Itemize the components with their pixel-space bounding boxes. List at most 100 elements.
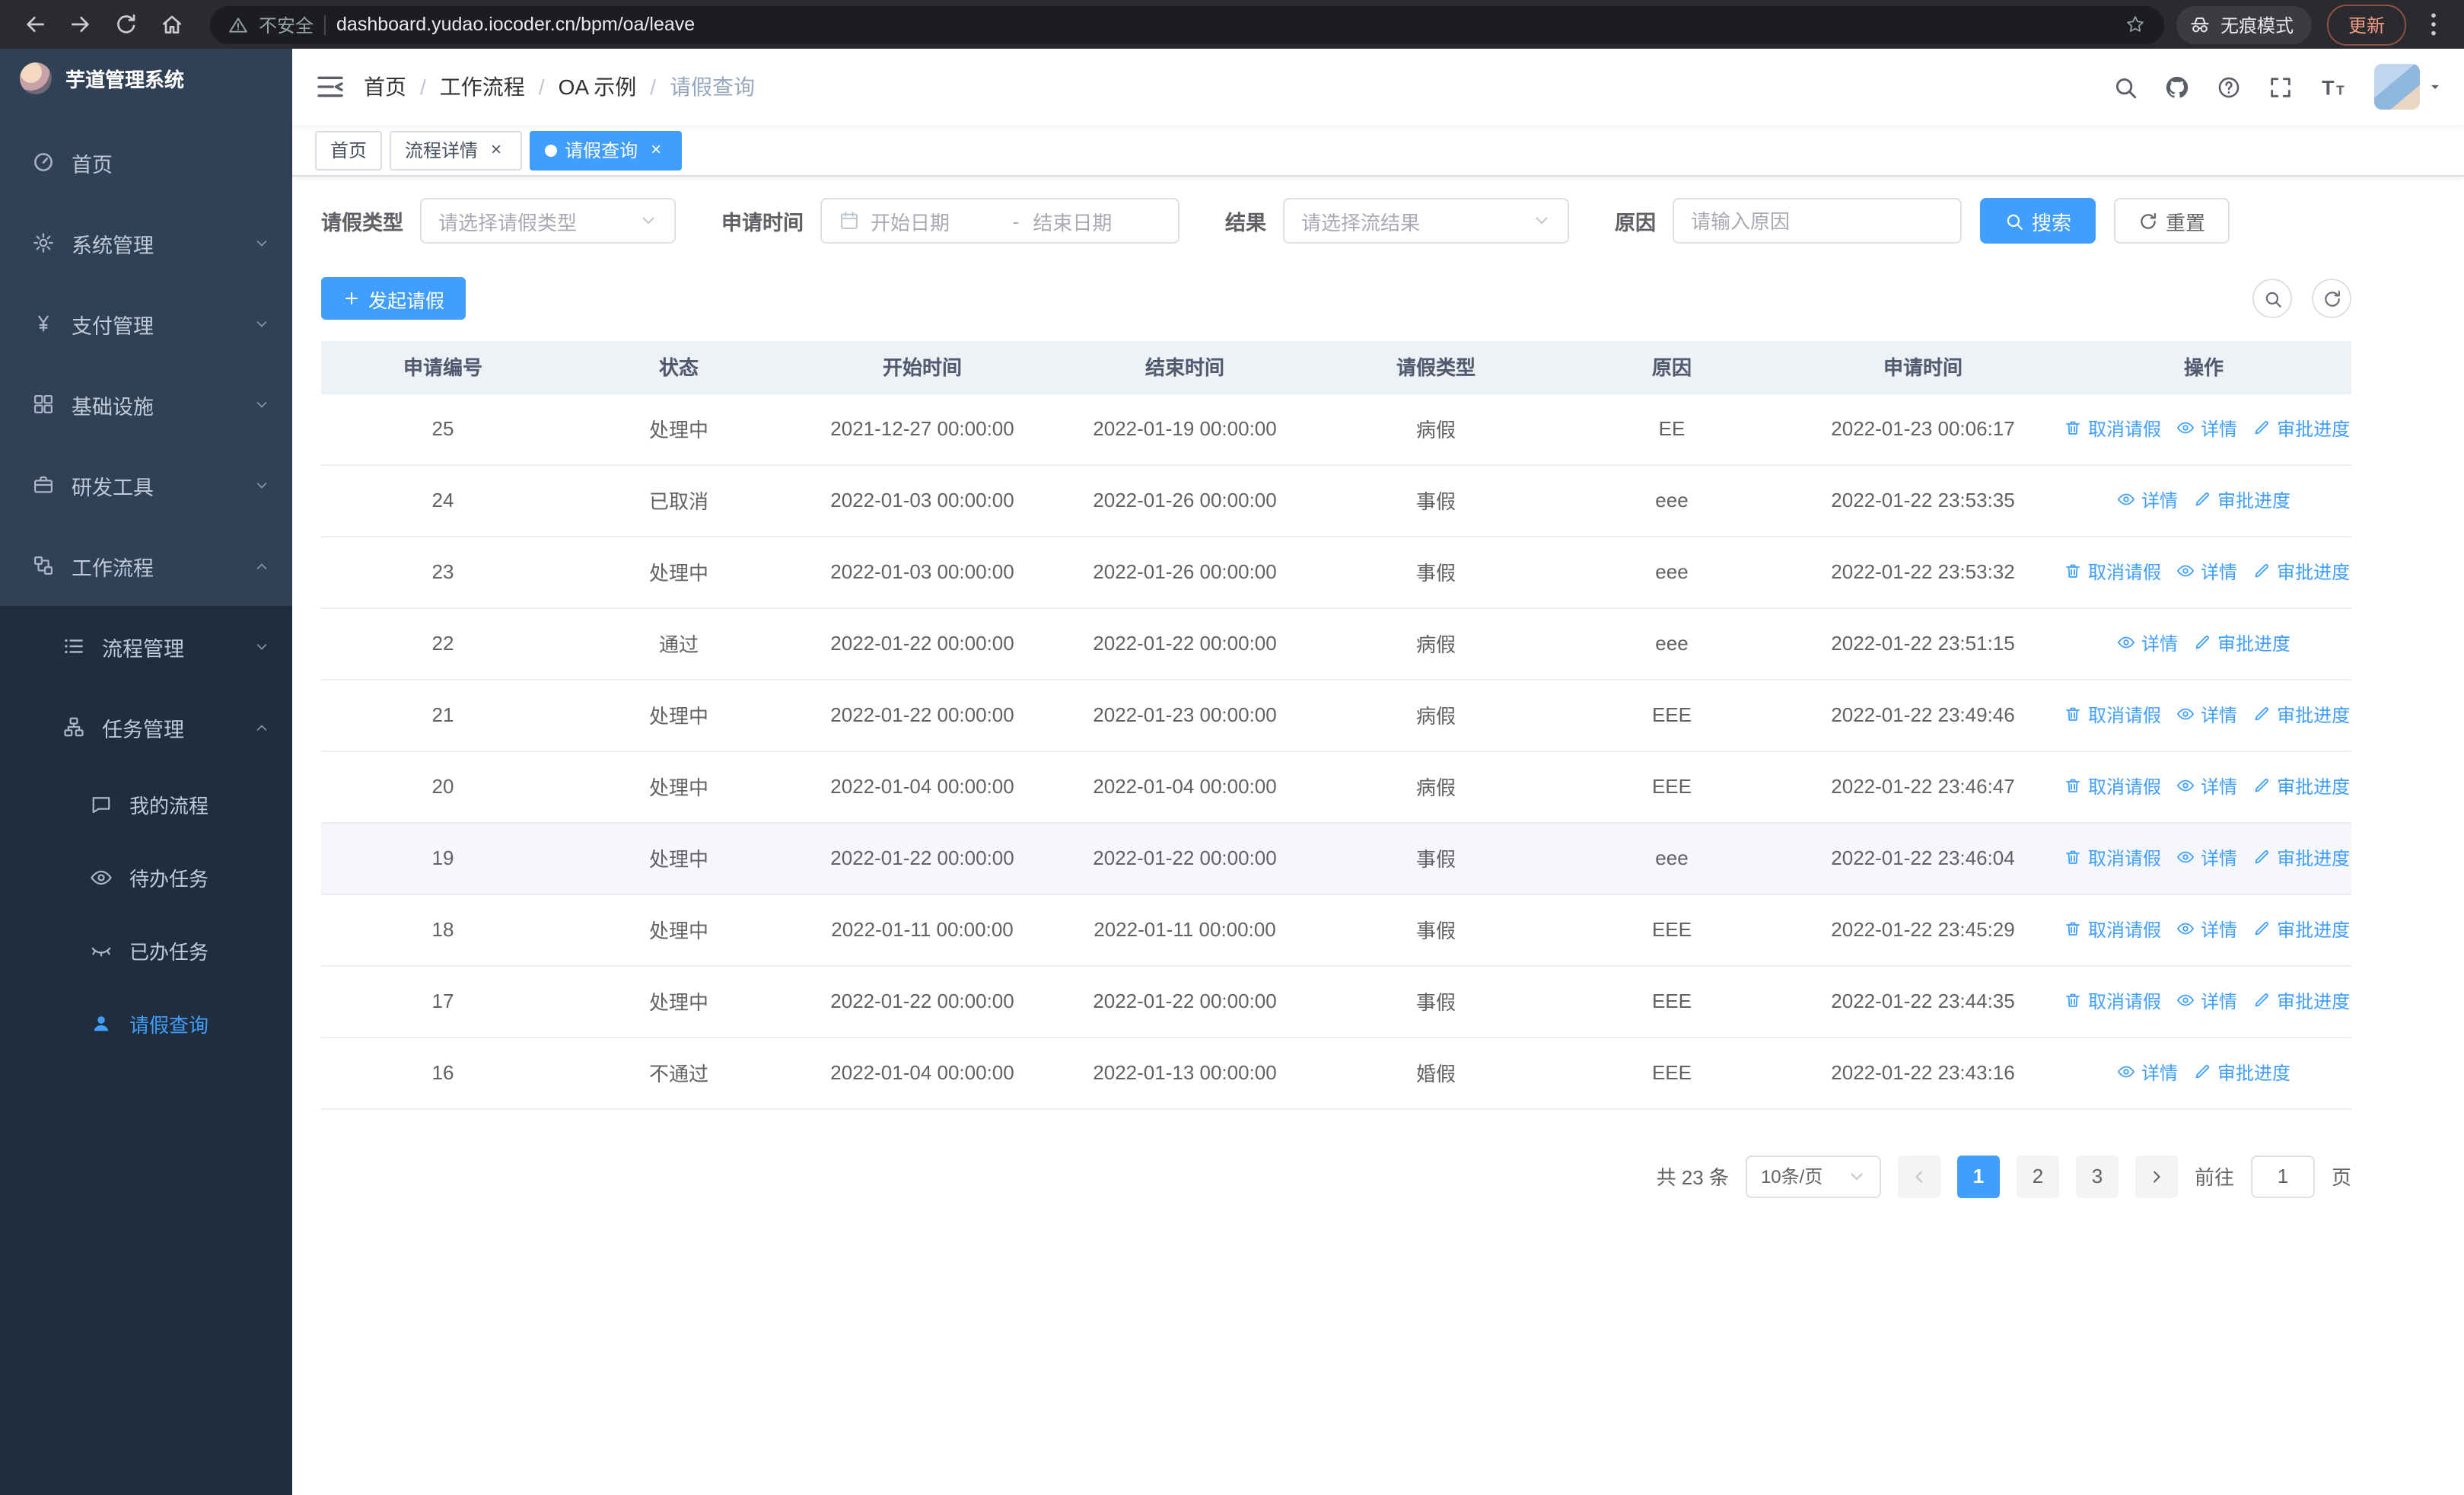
refresh-table-button[interactable] [2312,279,2351,318]
cell: 2022-01-22 23:53:32 [1790,536,2056,608]
tab-home[interactable]: 首页 [315,130,383,170]
reload-button[interactable] [107,5,146,44]
sidebar-item-system[interactable]: 系统管理 [0,202,292,283]
question-icon[interactable] [2216,74,2242,100]
cancel-leave-link[interactable]: 取消请假 [2064,988,2161,1014]
column-header: 操作 [2056,341,2351,394]
detail-link[interactable]: 详情 [2176,988,2237,1014]
cell: 2022-01-04 00:00:00 [793,1037,1052,1109]
detail-link[interactable]: 详情 [2176,416,2237,441]
app-logo[interactable]: 芋道管理系统 [0,49,292,107]
prev-page-button[interactable] [1897,1155,1940,1197]
reset-button[interactable]: 重置 [2114,198,2230,244]
bookmark-star-icon[interactable] [2125,14,2146,35]
breadcrumb-item[interactable]: 首页 [364,72,406,102]
approval-progress-link[interactable]: 审批进度 [2252,416,2350,441]
reason-input[interactable] [1673,198,1962,244]
approval-progress-link[interactable]: 审批进度 [2252,845,2350,871]
approval-progress-link[interactable]: 审批进度 [2252,702,2350,728]
cancel-leave-link[interactable]: 取消请假 [2064,773,2161,799]
page-button-3[interactable]: 3 [2075,1155,2119,1197]
apply-time-range-picker[interactable]: 开始日期 - 结束日期 [820,198,1179,244]
result-select[interactable]: 请选择流结果 [1283,198,1569,244]
sidebar-item-todo-tasks[interactable]: 待办任务 [0,840,292,913]
column-header: 申请时间 [1790,341,2056,394]
page-size-select[interactable]: 10条/页 [1745,1155,1881,1197]
fullscreen-icon[interactable] [2268,74,2294,100]
detail-link[interactable]: 详情 [2117,630,2178,656]
trash-icon [2064,992,2082,1010]
approval-progress-link[interactable]: 审批进度 [2193,1060,2291,1085]
user-menu[interactable] [2374,64,2443,110]
approval-progress-link[interactable]: 审批进度 [2252,773,2350,799]
cancel-leave-link[interactable]: 取消请假 [2064,559,2161,585]
sidebar-item-payment[interactable]: 支付管理 [0,283,292,364]
sidebar-item-leave-query[interactable]: 请假查询 [0,987,292,1060]
url-text[interactable]: dashboard.yudao.iocoder.cn/bpm/oa/leave [336,14,2114,35]
edit-icon [2252,992,2271,1010]
back-button[interactable] [15,5,55,44]
eye-icon [2176,419,2195,438]
update-button[interactable]: 更新 [2326,4,2406,45]
cancel-leave-link[interactable]: 取消请假 [2064,916,2161,942]
hamburger-icon[interactable] [315,72,345,102]
op-label: 审批进度 [2217,633,2291,655]
create-leave-label: 发起请假 [368,290,445,311]
approval-progress-link[interactable]: 审批进度 [2252,916,2350,942]
sidebar-item-done-tasks[interactable]: 已办任务 [0,913,292,987]
search-toggle-button[interactable] [2252,279,2292,318]
sidebar-item-my-process[interactable]: 我的流程 [0,767,292,840]
breadcrumb-item[interactable]: OA 示例 [559,72,637,102]
approval-progress-link[interactable]: 审批进度 [2252,988,2350,1014]
leave-type-select[interactable]: 请选择请假类型 [420,198,676,244]
detail-link[interactable]: 详情 [2176,559,2237,585]
browser-menu-icon[interactable] [2418,9,2449,40]
sidebar-item-label: 首页 [72,153,113,176]
cell: 18 [321,894,565,966]
forward-button[interactable] [61,5,100,44]
cancel-leave-link[interactable]: 取消请假 [2064,702,2161,728]
detail-link[interactable]: 详情 [2176,916,2237,942]
address-bar[interactable]: 不安全 dashboard.yudao.iocoder.cn/bpm/oa/le… [210,5,2164,43]
reset-button-label: 重置 [2166,211,2206,234]
goto-page-input[interactable] [2250,1155,2315,1197]
close-icon[interactable]: × [485,139,507,161]
detail-link[interactable]: 详情 [2176,773,2237,799]
page-button-2[interactable]: 2 [2016,1155,2059,1197]
fontsize-icon[interactable]: TT [2319,72,2348,101]
cancel-leave-link[interactable]: 取消请假 [2064,416,2161,441]
home-button[interactable] [152,5,192,44]
sidebar-item-infrastructure[interactable]: 基础设施 [0,364,292,445]
security-label[interactable]: 不安全 [259,11,314,37]
warning-icon [228,14,248,34]
detail-link[interactable]: 详情 [2176,845,2237,871]
detail-link[interactable]: 详情 [2117,1060,2178,1085]
next-page-button[interactable] [2135,1155,2178,1197]
detail-link[interactable]: 详情 [2176,702,2237,728]
caret-down-icon [2427,79,2443,94]
edit-icon [2193,491,2211,509]
create-leave-button[interactable]: 发起请假 [321,277,466,320]
tab-process-detail[interactable]: 流程详情 × [390,130,523,170]
github-icon[interactable] [2164,74,2190,100]
approval-progress-link[interactable]: 审批进度 [2252,559,2350,585]
trash-icon [2064,920,2082,939]
tab-leave-query[interactable]: 请假查询 × [530,130,683,170]
sidebar-item-home[interactable]: 首页 [0,122,292,202]
sidebar-item-dev-tools[interactable]: 研发工具 [0,445,292,525]
cell: 2021-12-27 00:00:00 [793,393,1052,465]
close-icon[interactable]: × [645,139,667,161]
chat-icon [90,792,113,815]
sidebar-item-process-management[interactable]: 流程管理 [0,606,292,687]
search-icon [2004,211,2024,231]
detail-link[interactable]: 详情 [2117,487,2178,513]
cancel-leave-link[interactable]: 取消请假 [2064,845,2161,871]
sidebar-item-workflow[interactable]: 工作流程 [0,525,292,606]
sidebar-item-task-management[interactable]: 任务管理 [0,687,292,767]
search-button[interactable]: 搜索 [1980,198,2096,244]
approval-progress-link[interactable]: 审批进度 [2193,630,2291,656]
page-button-1[interactable]: 1 [1956,1155,2000,1197]
approval-progress-link[interactable]: 审批进度 [2193,487,2291,513]
search-icon[interactable] [2112,74,2138,100]
breadcrumb-item[interactable]: 工作流程 [440,72,525,102]
